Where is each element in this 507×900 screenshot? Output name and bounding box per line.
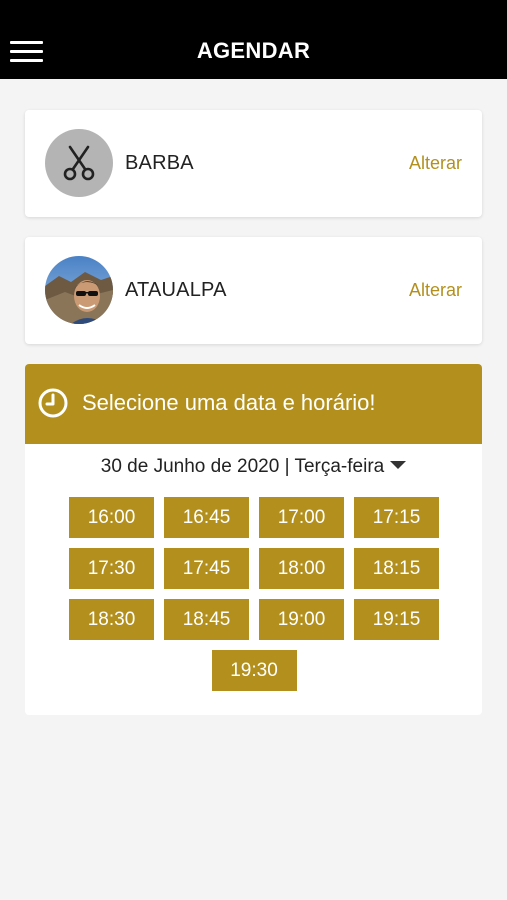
time-slot[interactable]: 18:30 bbox=[69, 599, 154, 640]
scissors-icon bbox=[45, 129, 113, 197]
schedule-title: Selecione uma data e horário! bbox=[82, 390, 376, 415]
clock-icon bbox=[38, 388, 68, 418]
time-slot[interactable]: 16:00 bbox=[69, 497, 154, 538]
time-slot[interactable]: 19:15 bbox=[354, 599, 439, 640]
caret-down-icon bbox=[390, 460, 407, 469]
service-name: BARBA bbox=[125, 152, 194, 174]
service-card: BARBA Alterar bbox=[25, 110, 482, 217]
time-slot[interactable]: 16:45 bbox=[164, 497, 249, 538]
professional-name: ATAUALPA bbox=[125, 279, 227, 301]
date-label: 30 de Junho de 2020 | Terça-feira bbox=[100, 456, 385, 477]
change-professional-button[interactable]: Alterar bbox=[409, 280, 462, 301]
time-slot[interactable]: 19:30 bbox=[211, 650, 297, 691]
time-slot[interactable]: 17:30 bbox=[69, 548, 154, 589]
time-slot[interactable]: 17:15 bbox=[354, 497, 439, 538]
time-slots: 16:00 16:45 17:00 17:15 17:30 17:45 18:0… bbox=[69, 497, 439, 701]
time-slot[interactable]: 18:15 bbox=[354, 548, 439, 589]
time-slot[interactable]: 17:45 bbox=[164, 548, 249, 589]
professional-card: ATAUALPA Alterar bbox=[25, 237, 482, 344]
time-slot[interactable]: 17:00 bbox=[259, 497, 344, 538]
change-service-button[interactable]: Alterar bbox=[409, 153, 462, 174]
page-title: AGENDAR bbox=[196, 38, 311, 63]
time-slot[interactable]: 19:00 bbox=[259, 599, 344, 640]
time-slot[interactable]: 18:45 bbox=[164, 599, 249, 640]
time-slot[interactable]: 18:00 bbox=[259, 548, 344, 589]
date-selector[interactable]: 30 de Junho de 2020 | Terça-feira bbox=[25, 456, 482, 478]
schedule-panel: Selecione uma data e horário! 30 de Junh… bbox=[25, 364, 482, 715]
professional-avatar bbox=[45, 256, 113, 324]
top-bar: AGENDAR bbox=[0, 0, 507, 79]
schedule-header: Selecione uma data e horário! bbox=[25, 364, 482, 444]
